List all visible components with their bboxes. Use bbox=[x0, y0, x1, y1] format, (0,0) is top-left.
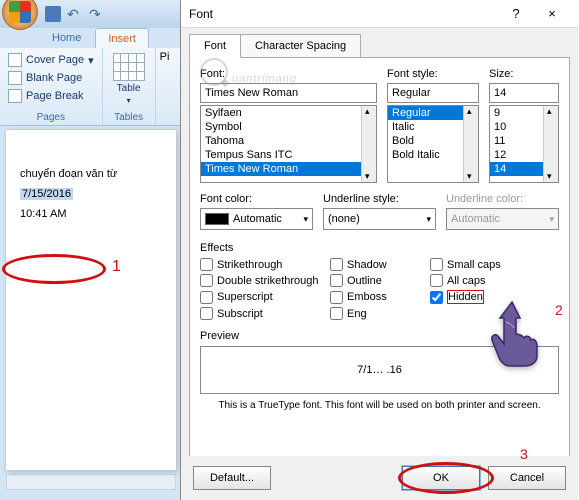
dialog-body: Font: Sylfaen Symbol Tahoma Tempus Sans … bbox=[189, 57, 570, 475]
color-swatch-icon bbox=[205, 213, 229, 225]
font-color-value: Automatic bbox=[233, 213, 282, 225]
underline-color-field: Underline color: Automatic ▾ bbox=[446, 193, 559, 230]
list-item[interactable]: Tempus Sans ITC bbox=[201, 148, 376, 162]
page-break-label: Page Break bbox=[26, 90, 83, 102]
cancel-button[interactable]: Cancel bbox=[488, 466, 566, 490]
chk-outline[interactable]: Outline bbox=[330, 274, 430, 287]
preview-text: 7/1… .16 bbox=[357, 364, 402, 376]
watermark-logo-icon bbox=[200, 58, 228, 86]
font-color-label: Font color: bbox=[200, 193, 313, 205]
dialog-title: Font bbox=[189, 7, 498, 21]
group-pages: Cover Page ▾ Blank Page Page Break Pages bbox=[0, 48, 103, 125]
chk-strikethrough[interactable]: Strikethrough bbox=[200, 258, 330, 271]
chk-superscript[interactable]: Superscript bbox=[200, 290, 330, 304]
ribbon-tabs: Home Insert bbox=[40, 28, 149, 49]
list-item[interactable]: Tahoma bbox=[201, 134, 376, 148]
pointing-hand-icon bbox=[482, 298, 542, 371]
help-button[interactable]: ? bbox=[498, 2, 534, 26]
ribbon: Cover Page ▾ Blank Page Page Break Pages… bbox=[0, 48, 180, 126]
doc-time-text: 10:41 AM bbox=[20, 208, 162, 220]
style-label: Font style: bbox=[387, 68, 479, 80]
chevron-down-icon: ▾ bbox=[426, 214, 431, 225]
size-label: Size: bbox=[489, 68, 559, 80]
style-column: Font style: Regular Italic Bold Bold Ita… bbox=[387, 68, 479, 183]
underline-style-combo[interactable]: (none) ▾ bbox=[323, 208, 436, 230]
chk-smallcaps[interactable]: Small caps bbox=[430, 258, 540, 271]
document-page: chuyển đoạn văn từ 7/15/2016 10:41 AM bbox=[6, 130, 176, 470]
redo-icon[interactable] bbox=[89, 6, 105, 22]
tab-home[interactable]: Home bbox=[40, 28, 93, 49]
page-break-icon bbox=[8, 89, 22, 103]
size-input[interactable] bbox=[489, 83, 559, 103]
blank-page-label: Blank Page bbox=[26, 72, 82, 84]
cover-page-button[interactable]: Cover Page ▾ bbox=[4, 51, 98, 69]
chk-shadow[interactable]: Shadow bbox=[330, 258, 430, 271]
chevron-down-icon: ▾ bbox=[303, 214, 308, 225]
underline-style-field: Underline style: (none) ▾ bbox=[323, 193, 436, 230]
scrollbar-icon[interactable] bbox=[361, 106, 376, 182]
annotation-label-1: 1 bbox=[112, 258, 121, 276]
table-icon bbox=[113, 53, 145, 81]
font-color-field: Font color: Automatic ▾ bbox=[200, 193, 313, 230]
group-tables-label: Tables bbox=[107, 110, 151, 125]
annotation-ellipse-1 bbox=[2, 254, 106, 284]
underline-style-label: Underline style: bbox=[323, 193, 436, 205]
page-break-button[interactable]: Page Break bbox=[4, 87, 98, 105]
chevron-down-icon: ▾ bbox=[549, 214, 554, 225]
cover-page-icon bbox=[8, 53, 22, 67]
chevron-down-icon: ▾ bbox=[127, 96, 131, 105]
chk-emboss[interactable]: Emboss bbox=[330, 290, 430, 304]
underline-color-combo: Automatic ▾ bbox=[446, 208, 559, 230]
scrollbar-icon[interactable] bbox=[543, 106, 558, 182]
scrollbar-icon[interactable] bbox=[463, 106, 478, 182]
underline-color-value: Automatic bbox=[451, 213, 500, 225]
save-icon[interactable] bbox=[45, 6, 61, 22]
font-color-combo[interactable]: Automatic ▾ bbox=[200, 208, 313, 230]
preview-note: This is a TrueType font. This font will … bbox=[200, 400, 559, 411]
undo-icon[interactable] bbox=[67, 6, 83, 22]
tab-insert[interactable]: Insert bbox=[95, 28, 149, 49]
list-item[interactable]: Sylfaen bbox=[201, 106, 376, 120]
blank-page-button[interactable]: Blank Page bbox=[4, 69, 98, 87]
style-listbox[interactable]: Regular Italic Bold Bold Italic bbox=[387, 105, 479, 183]
style-input[interactable] bbox=[387, 83, 479, 103]
effects-label: Effects bbox=[200, 242, 559, 254]
group-illustrations: Pi bbox=[156, 48, 174, 125]
office-button[interactable] bbox=[2, 0, 38, 30]
horizontal-scrollbar[interactable] bbox=[6, 474, 176, 490]
annotation-label-3: 3 bbox=[520, 446, 528, 462]
size-listbox[interactable]: 9 10 11 12 14 bbox=[489, 105, 559, 183]
dialog-titlebar: Font ? × bbox=[181, 0, 578, 28]
close-button[interactable]: × bbox=[534, 2, 570, 26]
picture-button[interactable]: Pi bbox=[160, 51, 170, 63]
cover-page-label: Cover Page bbox=[26, 54, 84, 66]
dialog-footer: Default... OK Cancel bbox=[181, 456, 578, 500]
group-pages-label: Pages bbox=[4, 110, 98, 125]
underline-color-label: Underline color: bbox=[446, 193, 559, 205]
list-item[interactable]: Symbol bbox=[201, 120, 376, 134]
underline-style-value: (none) bbox=[328, 213, 360, 225]
group-tables: Table ▾ Tables bbox=[103, 48, 156, 125]
doc-text-line: chuyển đoạn văn từ bbox=[20, 168, 162, 180]
chk-subscript[interactable]: Subscript bbox=[200, 307, 330, 320]
chk-double-strikethrough[interactable]: Double strikethrough bbox=[200, 274, 330, 287]
chk-engrave[interactable]: Eng bbox=[330, 307, 430, 320]
chevron-down-icon: ▾ bbox=[88, 54, 94, 67]
default-button[interactable]: Default... bbox=[193, 466, 271, 490]
blank-page-icon bbox=[8, 71, 22, 85]
chk-allcaps[interactable]: All caps bbox=[430, 274, 540, 287]
list-item[interactable]: Times New Roman bbox=[201, 162, 376, 176]
quick-access-toolbar bbox=[0, 0, 180, 28]
size-column: Size: 9 10 11 12 14 bbox=[489, 68, 559, 183]
watermark: uantrimang bbox=[200, 54, 297, 89]
font-listbox[interactable]: Sylfaen Symbol Tahoma Tempus Sans ITC Ti… bbox=[200, 105, 377, 183]
table-button-label: Table bbox=[117, 83, 141, 94]
annotation-label-2: 2 bbox=[555, 302, 563, 318]
table-button[interactable]: Table ▾ bbox=[107, 51, 151, 107]
selected-date-text[interactable]: 7/15/2016 bbox=[20, 188, 73, 200]
annotation-ellipse-3 bbox=[398, 462, 494, 494]
